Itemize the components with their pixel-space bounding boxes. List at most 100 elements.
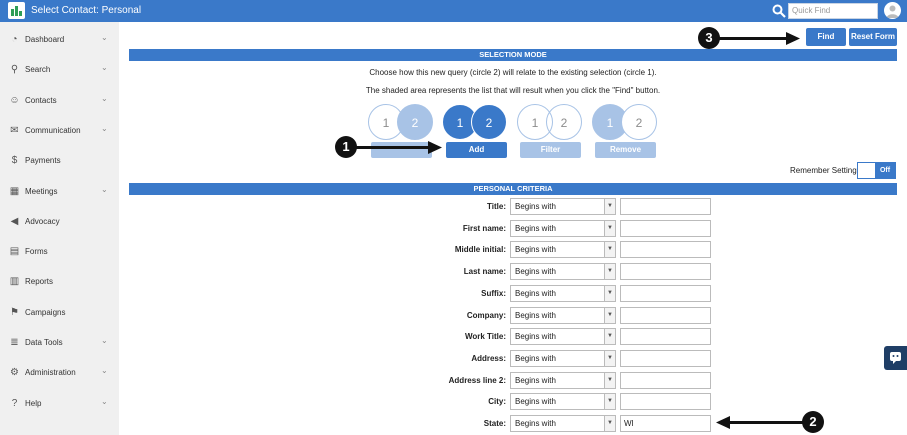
operator-value: Begins with xyxy=(515,202,556,211)
operator-select[interactable]: Begins with ▼ xyxy=(510,371,616,389)
chevron-down-icon: ▼ xyxy=(604,285,615,301)
operator-select[interactable]: Begins with ▼ xyxy=(510,219,616,237)
criteria-value-input[interactable] xyxy=(620,198,711,215)
criteria-value-input[interactable] xyxy=(620,219,711,237)
sidebar-item-administration[interactable]: ⚙ Administration ⌄ xyxy=(0,357,119,387)
chevron-down-icon: ▼ xyxy=(604,220,615,236)
chevron-down-icon[interactable]: ⌄ xyxy=(101,33,108,42)
criteria-value-input[interactable] xyxy=(620,241,711,259)
criteria-label: Suffix: xyxy=(481,288,506,298)
criteria-value-input[interactable] xyxy=(620,306,711,324)
find-button[interactable]: Find xyxy=(806,28,846,46)
sidebar-item-label: Reports xyxy=(25,277,54,287)
annotation-marker-1: 1 xyxy=(335,136,357,158)
chevron-down-icon: ▼ xyxy=(604,199,615,214)
operator-value: Begins with xyxy=(515,419,556,428)
sidebar-item-search[interactable]: ⚲ Search ⌄ xyxy=(0,54,119,84)
sidebar: ◔ Dashboard ⌄ ⚲ Search ⌄ ☺ Contacts ⌄ ✉ Communicat… xyxy=(0,22,119,435)
flag-icon: ⚑ xyxy=(10,306,19,318)
chevron-down-icon: ▼ xyxy=(604,350,615,366)
criteria-value-input[interactable] xyxy=(620,349,711,367)
chat-widget-button[interactable] xyxy=(884,346,907,370)
chevron-down-icon[interactable]: ⌄ xyxy=(101,94,108,103)
sidebar-item-campaigns[interactable]: ⚑ Campaigns xyxy=(0,297,119,327)
venn-circle-2: 2 xyxy=(471,104,507,140)
contacts-icon: ☺ xyxy=(9,94,20,106)
chevron-down-icon[interactable]: ⌄ xyxy=(101,397,108,406)
search-icon[interactable] xyxy=(771,3,787,19)
chevron-down-icon[interactable]: ⌄ xyxy=(101,63,108,72)
criteria-label: Company: xyxy=(466,310,506,320)
operator-value: Begins with xyxy=(515,223,556,233)
operator-select[interactable]: Begins with ▼ xyxy=(510,328,616,346)
criteria-value-input[interactable] xyxy=(620,263,711,281)
sidebar-item-contacts[interactable]: ☺ Contacts ⌄ xyxy=(0,85,119,115)
operator-select[interactable]: Begins with ▼ xyxy=(510,241,616,259)
sidebar-item-data-tools[interactable]: ≣ Data Tools ⌄ xyxy=(0,327,119,357)
sidebar-item-dashboard[interactable]: ◔ Dashboard ⌄ xyxy=(0,24,119,54)
operator-select[interactable]: Begins with ▼ xyxy=(510,393,616,411)
criteria-label: Address: xyxy=(471,353,506,363)
criteria-label: Address line 2: xyxy=(448,375,506,385)
operator-value: Begins with xyxy=(515,375,556,385)
sidebar-item-label: Contacts xyxy=(25,95,57,105)
operator-value: Begins with xyxy=(515,397,556,407)
dashboard-icon: ◔ xyxy=(11,34,18,45)
sidebar-item-communication[interactable]: ✉ Communication ⌄ xyxy=(0,115,119,145)
criteria-label: First name: xyxy=(462,223,506,233)
venn-circle-2: 2 xyxy=(397,104,433,140)
annotation-arrow-2 xyxy=(728,421,803,424)
criteria-value-input[interactable] xyxy=(620,284,711,302)
sidebar-item-forms[interactable]: ▤ Forms xyxy=(0,236,119,266)
criteria-label: Last name: xyxy=(463,267,506,277)
sidebar-item-meetings[interactable]: ▦ Meetings ⌄ xyxy=(0,176,119,206)
subtract-button[interactable] xyxy=(371,142,432,158)
sidebar-item-advocacy[interactable]: ◀ Advocacy xyxy=(0,206,119,236)
criteria-value-input[interactable] xyxy=(620,371,711,389)
annotation-arrowhead-2 xyxy=(716,416,730,429)
criteria-label: Middle initial: xyxy=(454,245,506,255)
sidebar-item-reports[interactable]: ▥ Reports xyxy=(0,266,119,296)
operator-select[interactable]: Begins with ▼ xyxy=(510,306,616,324)
envelope-icon: ✉ xyxy=(10,124,19,136)
add-button[interactable]: Add xyxy=(446,142,507,158)
chevron-down-icon[interactable]: ⌄ xyxy=(101,185,108,194)
operator-select[interactable]: Begins with ▼ xyxy=(510,415,616,432)
operator-value: Begins with xyxy=(515,245,556,255)
sidebar-item-label: Advocacy xyxy=(25,216,60,226)
operator-select[interactable]: Begins with ▼ xyxy=(510,349,616,367)
sidebar-item-label: Search xyxy=(25,65,51,75)
selection-mode-header: SELECTION MODE xyxy=(129,49,897,61)
chevron-down-icon: ▼ xyxy=(604,416,615,431)
quick-find-input[interactable]: Quick Find xyxy=(788,3,878,19)
operator-select[interactable]: Begins with ▼ xyxy=(510,284,616,302)
sidebar-item-label: Campaigns xyxy=(25,307,66,317)
chevron-down-icon[interactable]: ⌄ xyxy=(101,336,108,345)
avatar[interactable] xyxy=(884,2,901,19)
chevron-down-icon[interactable]: ⌄ xyxy=(101,124,108,133)
operator-select[interactable]: Begins with ▼ xyxy=(510,198,616,215)
reset-form-button[interactable]: Reset Form xyxy=(849,28,897,46)
sidebar-item-help[interactable]: ? Help ⌄ xyxy=(0,388,119,418)
criteria-value-input[interactable]: WI xyxy=(620,415,711,432)
search-icon: ⚲ xyxy=(10,64,19,76)
criteria-value-input[interactable] xyxy=(620,393,711,411)
remember-setting-toggle[interactable]: Off xyxy=(857,162,896,179)
operator-value: Begins with xyxy=(515,332,556,342)
remove-button[interactable]: Remove xyxy=(595,142,656,158)
sidebar-item-label: Meetings xyxy=(25,186,58,196)
form-icon: ▤ xyxy=(9,246,20,258)
chevron-down-icon: ▼ xyxy=(604,242,615,258)
chevron-down-icon: ▼ xyxy=(604,307,615,323)
venn-circle-2: 2 xyxy=(621,104,657,140)
chat-icon xyxy=(890,352,901,364)
sidebar-item-payments[interactable]: $ Payments xyxy=(0,145,119,175)
chevron-down-icon: ▼ xyxy=(604,394,615,410)
filter-button[interactable]: Filter xyxy=(520,142,581,158)
operator-select[interactable]: Begins with ▼ xyxy=(510,263,616,281)
criteria-value-input[interactable] xyxy=(620,328,711,346)
sidebar-item-label: Help xyxy=(25,398,42,408)
annotation-marker-2: 2 xyxy=(802,411,824,433)
personal-criteria-header: PERSONAL CRITERIA xyxy=(129,183,897,195)
chevron-down-icon[interactable]: ⌄ xyxy=(101,366,108,375)
